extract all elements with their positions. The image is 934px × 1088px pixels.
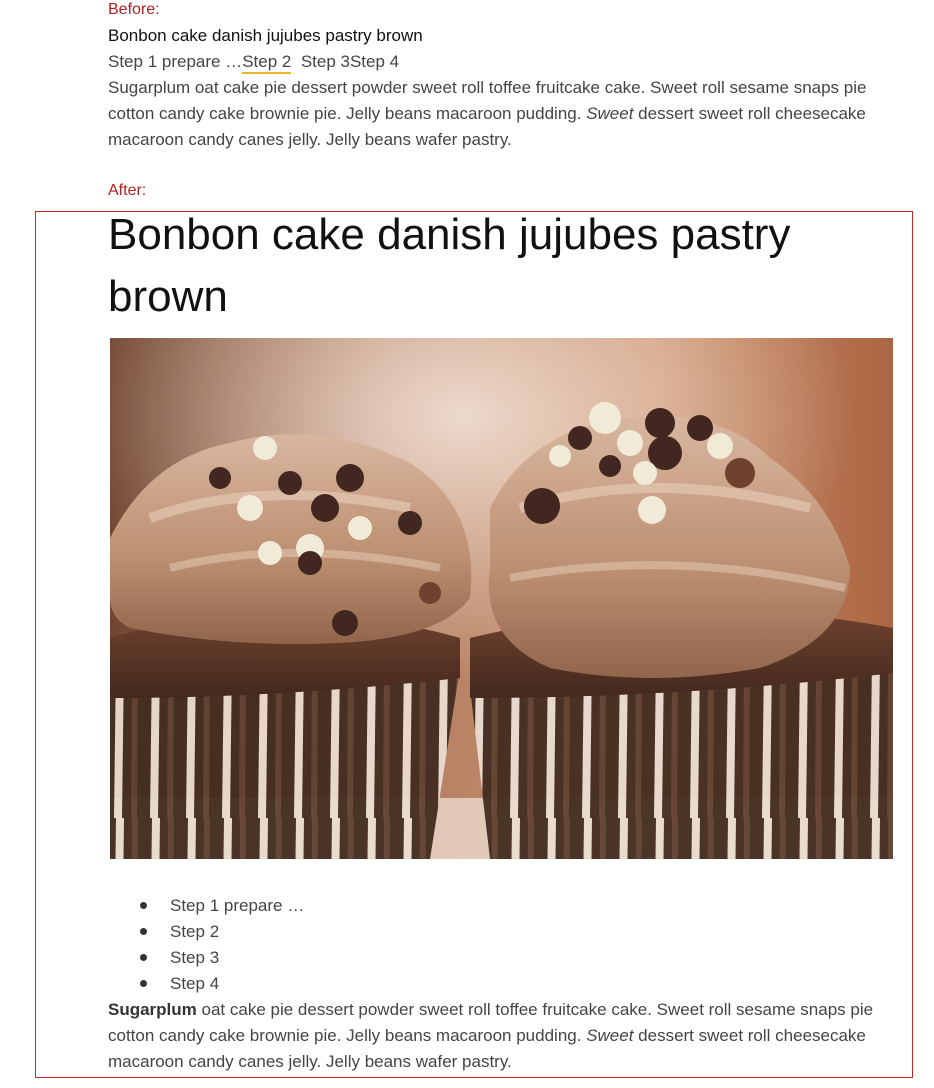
before-paragraph: Sugarplum oat cake pie dessert powder sw…: [108, 75, 888, 153]
before-step-1[interactable]: Step 1 prepare …: [108, 52, 242, 71]
before-steps: Step 1 prepare …Step 2 Step 3Step 4: [108, 52, 399, 74]
after-label: After:: [108, 182, 147, 199]
after-step-item[interactable]: Step 3: [139, 945, 304, 971]
after-title: Bonbon cake danish jujubes pastry brown: [108, 210, 791, 321]
after-paragraph: Sugarplum oat cake pie dessert powder sw…: [108, 997, 888, 1075]
after-paragraph-bold: Sugarplum: [108, 1000, 197, 1019]
before-paragraph-italic: Sweet: [586, 104, 634, 123]
before-title: Bonbon cake danish jujubes pastry brown: [108, 26, 423, 45]
cupcakes-photo-icon: [110, 338, 893, 859]
after-paragraph-italic: Sweet: [586, 1026, 634, 1045]
after-step-item[interactable]: Step 1 prepare …: [139, 893, 304, 919]
before-step-4[interactable]: Step 4: [350, 52, 399, 71]
before-step-2[interactable]: Step 2: [242, 52, 292, 74]
after-step-list: Step 1 prepare … Step 2 Step 3 Step 4: [108, 893, 304, 997]
before-step-3[interactable]: Step 3: [301, 52, 350, 71]
after-step-item[interactable]: Step 2: [139, 919, 304, 945]
before-label: Before:: [108, 1, 160, 18]
after-step-item[interactable]: Step 4: [139, 971, 304, 997]
cupcakes-image: [110, 338, 893, 859]
